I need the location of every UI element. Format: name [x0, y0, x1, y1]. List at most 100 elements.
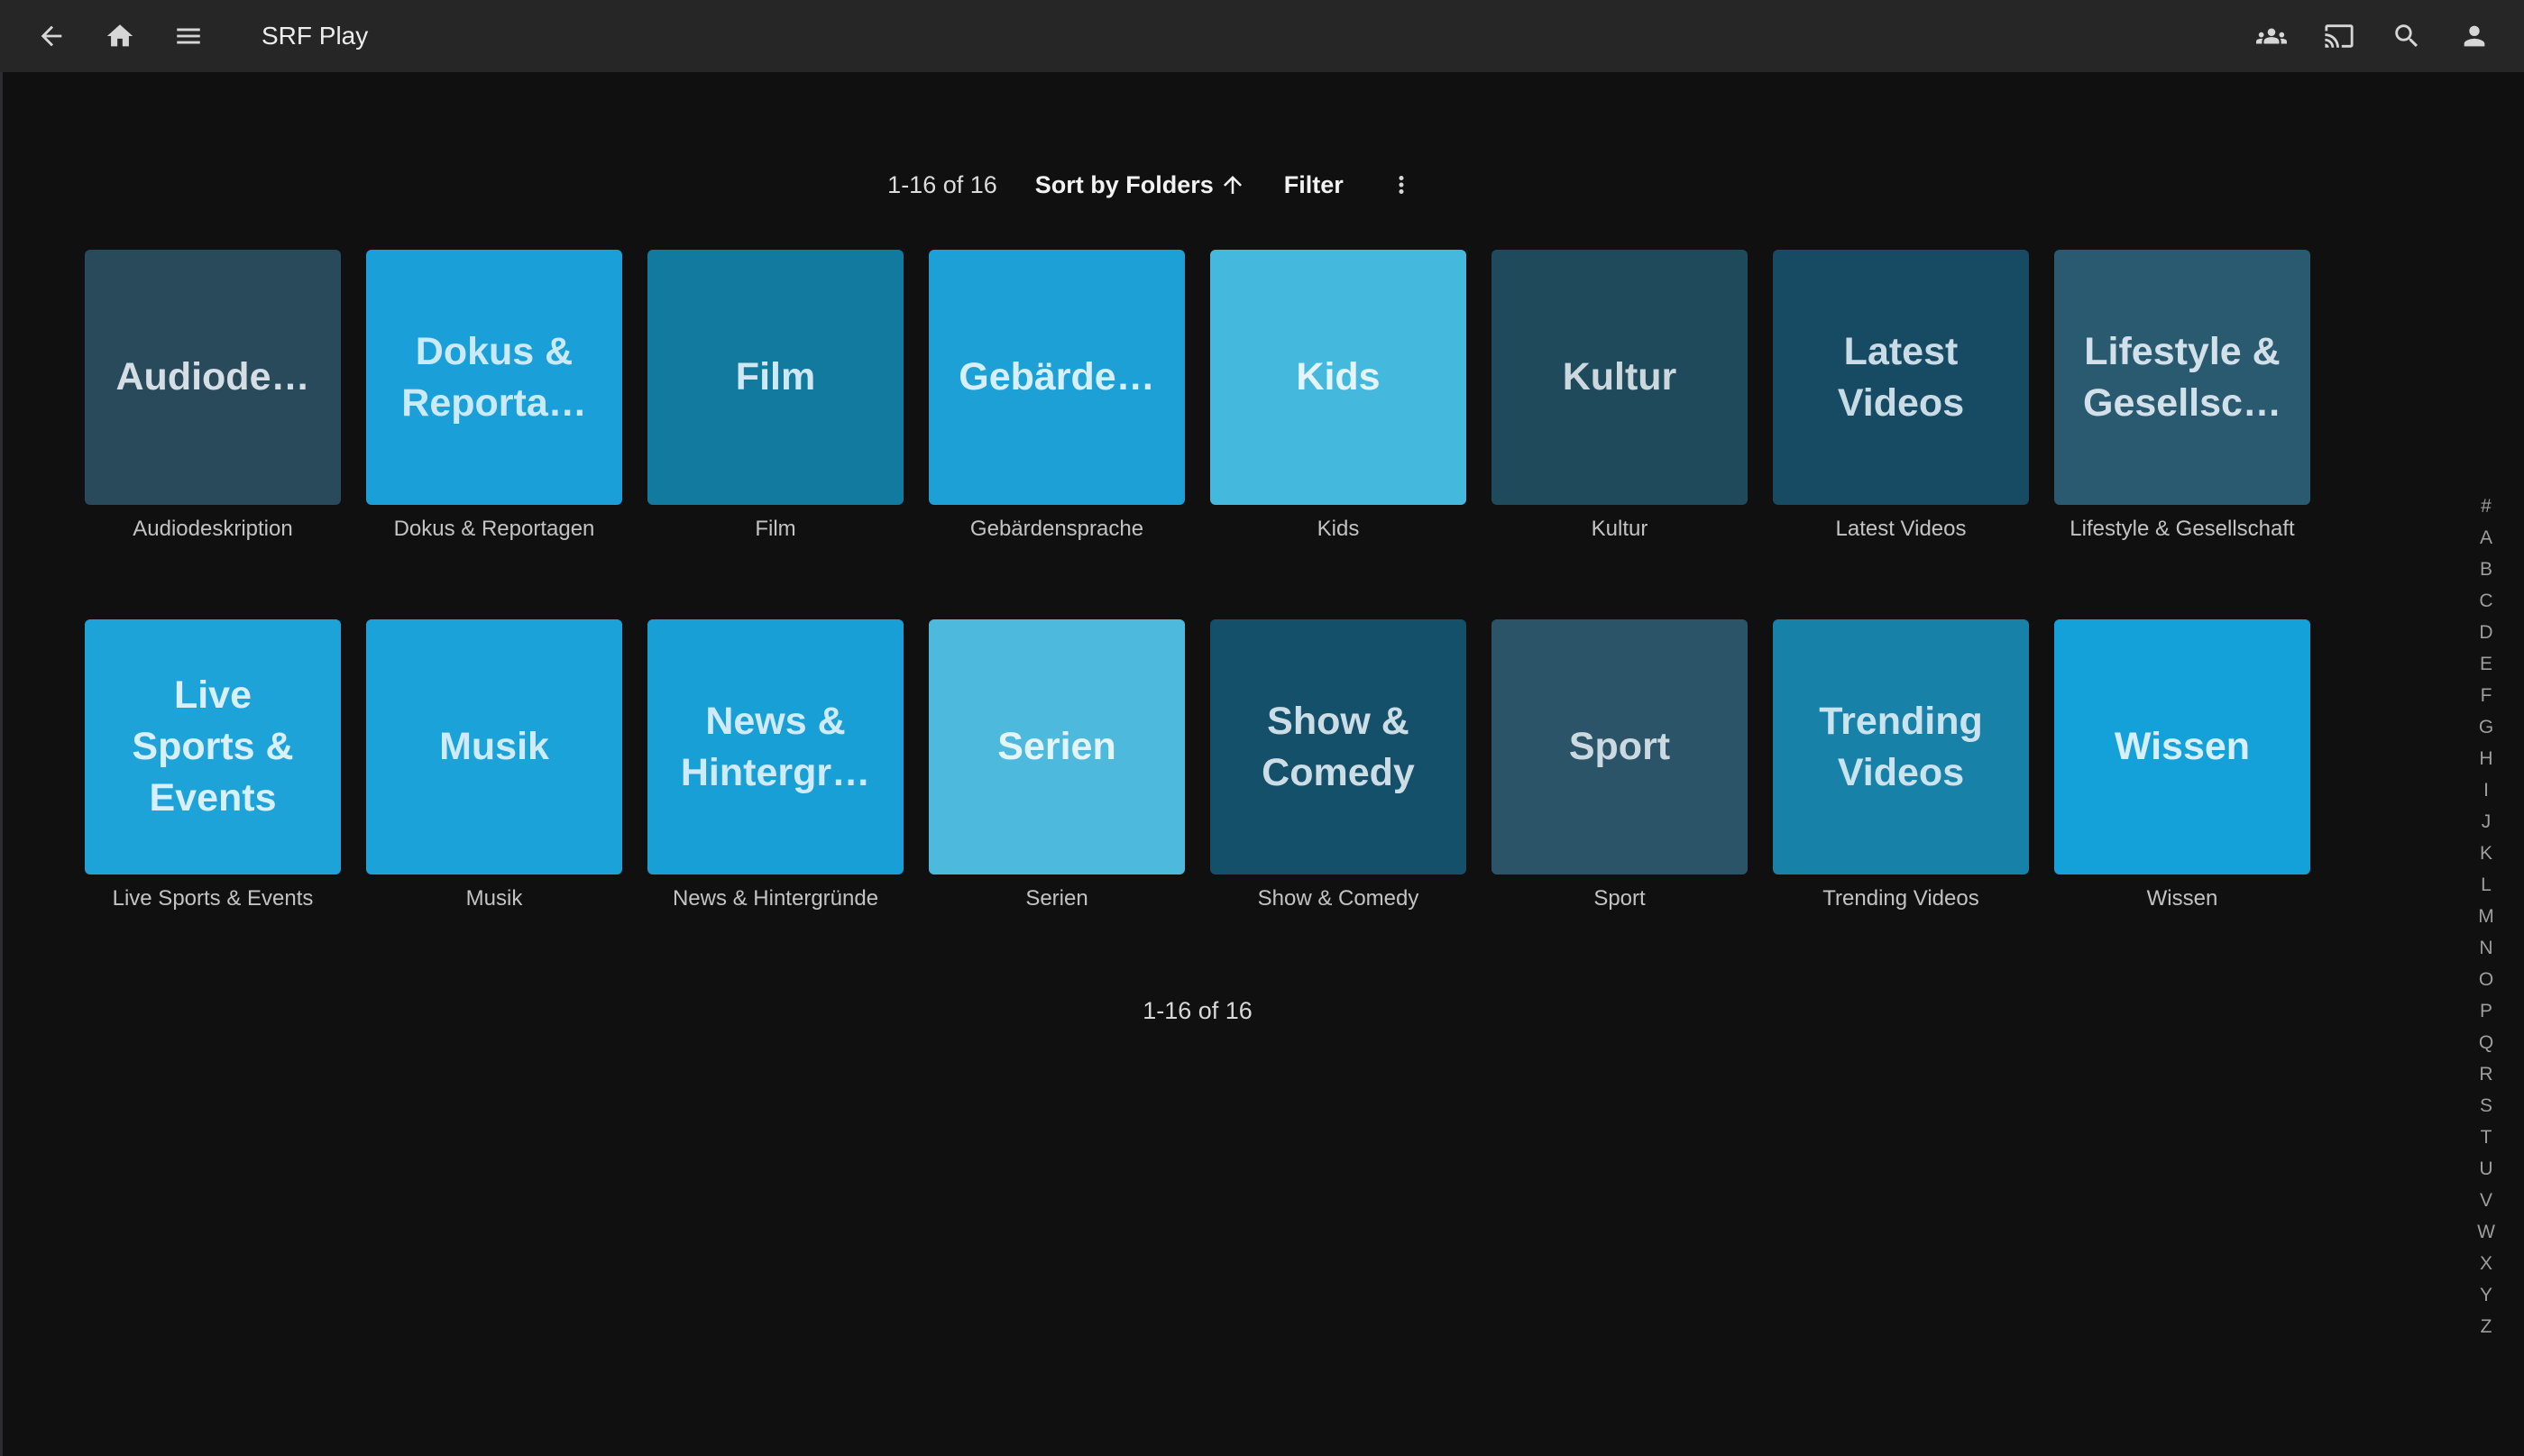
cast-icon: [2324, 21, 2354, 51]
alpha-letter-D[interactable]: D: [2466, 617, 2506, 648]
folder-card: Gebärde… Gebärdensprache: [929, 250, 1185, 543]
folder-tile-10[interactable]: News & Hintergr…: [647, 619, 904, 875]
folder-tile-13[interactable]: Sport: [1491, 619, 1748, 875]
folder-tile-3[interactable]: Gebärde…: [929, 250, 1185, 505]
sort-button[interactable]: Sort by Folders: [1035, 171, 1246, 199]
home-button[interactable]: [100, 16, 140, 56]
folder-caption: Live Sports & Events: [85, 885, 341, 912]
alpha-letter-L[interactable]: L: [2466, 869, 2506, 901]
alpha-letter-Z[interactable]: Z: [2466, 1311, 2506, 1342]
alpha-letter-Q[interactable]: Q: [2466, 1027, 2506, 1058]
folder-card: Wissen Wissen: [2054, 619, 2310, 912]
back-button[interactable]: [32, 16, 71, 56]
folder-tile-6[interactable]: Latest Videos: [1773, 250, 2029, 505]
alpha-letter-J[interactable]: J: [2466, 806, 2506, 838]
folder-tile-2[interactable]: Film: [647, 250, 904, 505]
folder-grid: Audiode… Audiodeskription Dokus & Reporta……: [85, 250, 2310, 912]
alpha-letter-I[interactable]: I: [2466, 774, 2506, 806]
alpha-letter-K[interactable]: K: [2466, 838, 2506, 869]
search-icon: [2391, 21, 2422, 51]
alpha-letter-X[interactable]: X: [2466, 1248, 2506, 1279]
folder-caption: Audiodeskription: [85, 516, 341, 543]
app-bar-left: SRF Play: [32, 16, 368, 56]
alpha-letter-T[interactable]: T: [2466, 1122, 2506, 1153]
alpha-letter-U[interactable]: U: [2466, 1153, 2506, 1185]
folder-caption: Wissen: [2054, 885, 2310, 912]
folder-card: SerienSerien: [929, 619, 1185, 912]
folder-card: Kultur Kultur: [1491, 250, 1748, 543]
search-button[interactable]: [2387, 16, 2427, 56]
folder-card: Sport Sport: [1491, 619, 1748, 912]
alpha-letter-P[interactable]: P: [2466, 995, 2506, 1027]
folder-tile-9[interactable]: Musik: [366, 619, 622, 875]
alpha-letter-C[interactable]: C: [2466, 585, 2506, 617]
groups-button[interactable]: [2252, 16, 2291, 56]
filter-button-label: Filter: [1284, 171, 1344, 199]
user-button[interactable]: [2455, 16, 2494, 56]
menu-button[interactable]: [169, 16, 208, 56]
alpha-letter-#[interactable]: #: [2466, 490, 2506, 522]
folder-caption: Show & Comedy: [1210, 885, 1466, 912]
folder-caption: Dokus & Reportagen: [366, 516, 622, 543]
folder-tile-8[interactable]: Live Sports & Events: [85, 619, 341, 875]
alphabet-picker: #ABCDEFGHIJKLMNOPQRSTUVWXYZ: [2466, 490, 2506, 1342]
alpha-letter-F[interactable]: F: [2466, 680, 2506, 711]
filter-button[interactable]: Filter: [1284, 171, 1344, 199]
alpha-letter-V[interactable]: V: [2466, 1185, 2506, 1216]
alpha-letter-O[interactable]: O: [2466, 964, 2506, 995]
folder-tile-14[interactable]: Trending Videos: [1773, 619, 2029, 875]
folder-caption: News & Hintergründe: [647, 885, 904, 912]
sort-button-label: Sort by Folders: [1035, 171, 1214, 199]
folder-tile-4[interactable]: Kids: [1210, 250, 1466, 505]
folder-caption: Lifestyle & Gesellschaft: [2054, 516, 2310, 543]
more-options-button[interactable]: [1381, 165, 1421, 205]
folder-card: Dokus & Reporta… Dokus & Reportagen: [366, 250, 622, 543]
alpha-letter-B[interactable]: B: [2466, 554, 2506, 585]
alpha-letter-N[interactable]: N: [2466, 932, 2506, 964]
alpha-letter-H[interactable]: H: [2466, 743, 2506, 774]
alpha-letter-R[interactable]: R: [2466, 1058, 2506, 1090]
folder-tile-5[interactable]: Kultur: [1491, 250, 1748, 505]
cast-button[interactable]: [2319, 16, 2359, 56]
alpha-letter-A[interactable]: A: [2466, 522, 2506, 554]
home-icon: [105, 21, 135, 51]
folder-tile-1[interactable]: Dokus & Reporta…: [366, 250, 622, 505]
page-title: SRF Play: [262, 22, 368, 50]
user-icon: [2459, 21, 2490, 51]
alpha-letter-G[interactable]: G: [2466, 711, 2506, 743]
folder-caption: Film: [647, 516, 904, 543]
item-count-top: 1-16 of 16: [887, 171, 997, 199]
folder-tile-12[interactable]: Show & Comedy: [1210, 619, 1466, 875]
folder-caption: Trending Videos: [1773, 885, 2029, 912]
folder-card: Musik Musik: [366, 619, 622, 912]
back-arrow-icon: [36, 21, 67, 51]
folder-caption: Kultur: [1491, 516, 1748, 543]
folder-card: Film Film: [647, 250, 904, 543]
app-bar: SRF Play: [0, 0, 2524, 72]
folder-card: Audiode… Audiodeskription: [85, 250, 341, 543]
groups-icon: [2256, 21, 2287, 51]
folder-tile-15[interactable]: Wissen: [2054, 619, 2310, 875]
alpha-letter-Y[interactable]: Y: [2466, 1279, 2506, 1311]
alpha-letter-E[interactable]: E: [2466, 648, 2506, 680]
folder-caption: Kids: [1210, 516, 1466, 543]
folder-card: Live Sports & Events Live Sports & Events: [85, 619, 341, 912]
folder-card: Trending Videos Trending Videos: [1773, 619, 2029, 912]
folder-tile-7[interactable]: Lifestyle & Gesellsc…: [2054, 250, 2310, 505]
alpha-letter-W[interactable]: W: [2466, 1216, 2506, 1248]
folder-card: Lifestyle & Gesellsc… Lifestyle & Gesells…: [2054, 250, 2310, 543]
arrow-up-icon: [1219, 171, 1246, 198]
folder-card: Kids Kids: [1210, 250, 1466, 543]
hamburger-menu-icon: [173, 21, 204, 51]
folder-caption: Latest Videos: [1773, 516, 2029, 543]
alpha-letter-S[interactable]: S: [2466, 1090, 2506, 1122]
folder-caption: Musik: [366, 885, 622, 912]
folder-caption: Sport: [1491, 885, 1748, 912]
alpha-letter-M[interactable]: M: [2466, 901, 2506, 932]
folder-card: Latest Videos Latest Videos: [1773, 250, 2029, 543]
folder-tile-0[interactable]: Audiode…: [85, 250, 341, 505]
library-toolbar: 1-16 of 16 Sort by Folders Filter: [0, 155, 2308, 215]
folder-caption: Gebärdensprache: [929, 516, 1185, 543]
app-bar-right: [2252, 16, 2494, 56]
folder-tile-11[interactable]: Serien: [929, 619, 1185, 875]
